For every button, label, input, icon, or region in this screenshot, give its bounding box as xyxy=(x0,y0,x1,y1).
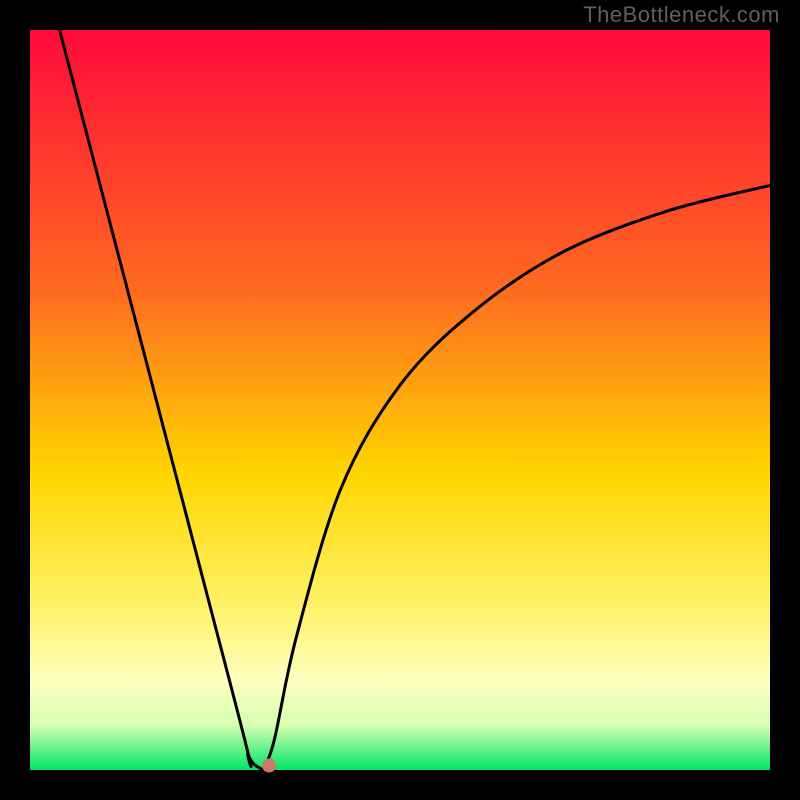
chart-stage: TheBottleneck.com xyxy=(0,0,800,800)
gradient-background xyxy=(30,30,770,770)
optimum-marker-dot xyxy=(262,759,276,773)
watermark-text: TheBottleneck.com xyxy=(583,2,780,28)
bottleneck-chart xyxy=(0,0,800,800)
